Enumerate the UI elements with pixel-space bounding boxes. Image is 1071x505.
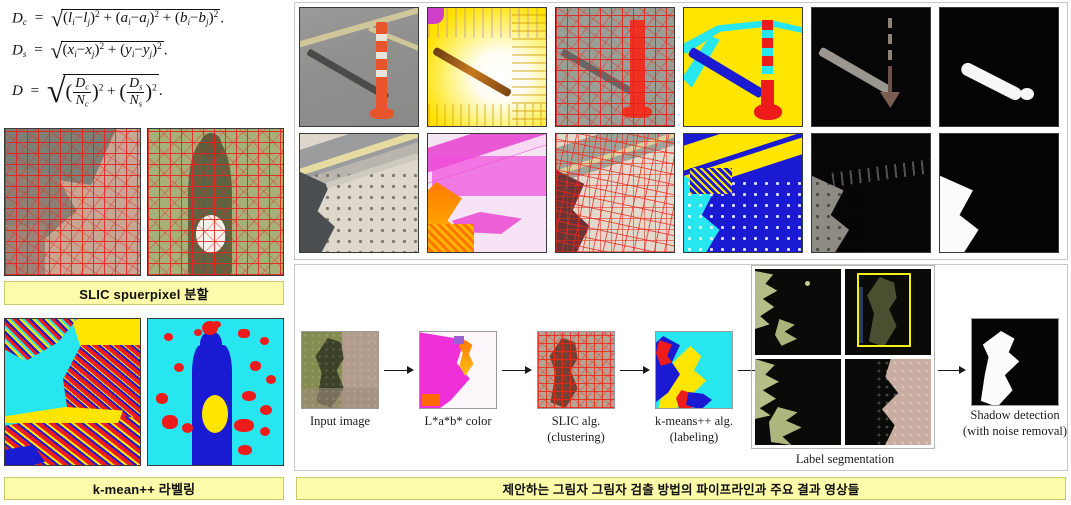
slic-pavement-superpixels [4,128,141,276]
caption-slic: SLIC spuerpixel 분할 [4,281,284,305]
kmeans-cone-labels [147,318,284,466]
pipeline-arrow-1 [384,366,414,375]
pavement-kmeans-labels [683,133,803,253]
figure-root: Dc = √(li−lj)2 + (ai−aj)2 + (bi−bj)2 . D… [0,0,1071,505]
pipeline-label-label-segmentation: Label segmentation [755,452,935,468]
equation-dc: Dc = √(li−lj)2 + (ai−aj)2 + (bi−bj)2 . [12,6,224,31]
label-seg-quadrant-4 [845,359,931,445]
pipeline-arrow-3 [620,366,650,375]
pavement-lab-color [427,133,547,253]
pipeline-kmeans-image [655,331,733,409]
pipeline-label-shadow-line1: Shadow detection [970,408,1060,422]
pipeline-arrow-2 [502,366,532,375]
pipeline-label-lab-line1: L*a*b* color [424,414,492,428]
caption-pipeline: 제안하는 그림자 그림자 검출 방법의 파이프라인과 주요 결과 영상들 [296,477,1066,500]
pipeline-label-slic-line1: SLIC alg. [551,414,601,428]
cone-slic-superpixels [555,7,675,127]
pipeline-label-kmeans-line1: k-means++ alg. [655,414,733,428]
pipeline-label-kmeans: k-means++ alg. (labeling) [643,414,745,445]
pipeline-arrow-5 [938,366,966,375]
pipeline-label-kmeans-line2: (labeling) [669,429,719,444]
pipeline-label-slic: SLIC alg. (clustering) [527,414,625,445]
cone-label-segmentation [811,7,931,127]
pipeline-slic-image [537,331,615,409]
pipeline-label-labelseg-line1: Label segmentation [795,452,895,466]
equation-ds: Ds = √(xi−xj)2 + (yi−yj)2 . [12,38,168,63]
pipeline-label-slic-line2: (clustering) [547,429,605,444]
cone-original-photo [299,7,419,127]
pipeline-label-shadow-line2: (with noise removal) [962,423,1068,438]
label-seg-highlight-box [857,273,911,347]
pavement-shadow-mask [939,133,1059,253]
kmeans-pavement-labels [4,318,141,466]
pipeline-label-input-line1: Input image [309,414,371,428]
pipeline-label-shadow-detection: Shadow detection (with noise removal) [948,408,1071,439]
pavement-original-photo [299,133,419,253]
cone-kmeans-labels [683,7,803,127]
label-seg-quadrant-1 [755,269,841,355]
cone-lab-color [427,7,547,127]
pipeline-shadow-detection-image [971,318,1059,406]
pipeline-input-image [301,331,379,409]
cone-shadow-mask [939,7,1059,127]
pipeline-label-input: Input image [291,414,389,430]
label-seg-quadrant-3 [755,359,841,445]
pipeline-label-lab: L*a*b* color [409,414,507,430]
equation-d: D = √(Dc Nc)2 + (Ds Ns)2 . [12,73,163,111]
label-seg-quadrant-2 [845,269,931,355]
slic-cone-superpixels [147,128,284,276]
pipeline-lab-image [419,331,497,409]
pavement-label-segmentation [811,133,931,253]
pavement-slic-superpixels [555,133,675,253]
caption-kmeans: k-mean++ 라벨링 [4,477,284,500]
formula-block: Dc = √(li−lj)2 + (ai−aj)2 + (bi−bj)2 . D… [8,4,286,119]
